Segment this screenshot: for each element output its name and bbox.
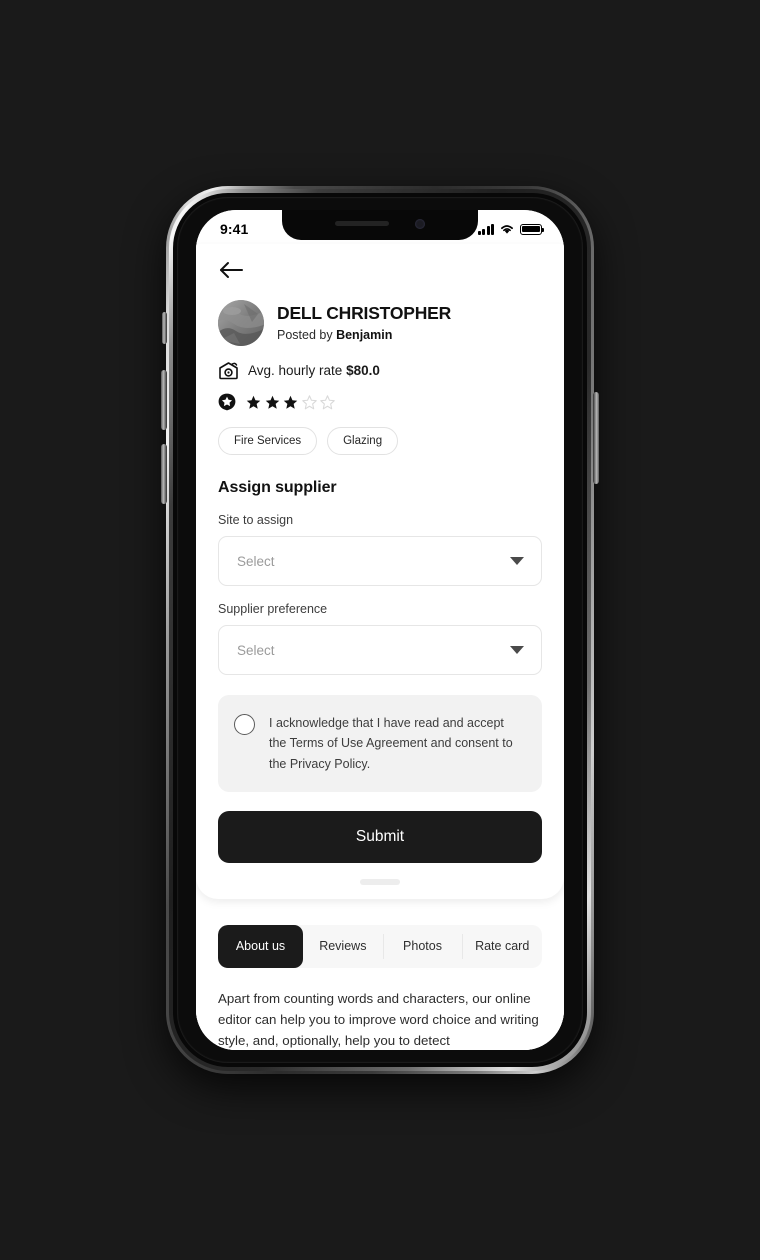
tab-about-us[interactable]: About us xyxy=(218,924,303,968)
avatar-image xyxy=(218,300,264,346)
star-empty-icon xyxy=(301,394,317,409)
device-notch xyxy=(282,210,478,240)
hourly-rate-row: Avg. hourly rate $80.0 xyxy=(196,361,564,380)
mute-switch-button[interactable] xyxy=(162,312,167,344)
tabs-section: About us Reviews Photos Rate card Apart … xyxy=(196,898,564,1050)
phone-device: 9:41 DELL CHRISTOPHER Posted by Benjamin… xyxy=(161,186,599,1074)
service-tags: Fire Services Glazing xyxy=(196,427,564,455)
nav-bar xyxy=(196,244,564,292)
star-filled-icon xyxy=(283,395,298,409)
money-icon xyxy=(219,362,238,380)
chevron-down-icon xyxy=(510,557,524,565)
assign-supplier-form: Assign supplier Site to assign Select Su… xyxy=(196,479,564,863)
field-label: Site to assign xyxy=(218,513,294,527)
star-filled-icon xyxy=(246,395,261,409)
battery-icon xyxy=(520,223,544,235)
star-badge-icon xyxy=(218,393,236,411)
consent-text: I acknowledge that I have read and accep… xyxy=(269,716,513,771)
field-label: Supplier preference xyxy=(218,602,328,616)
supplier-preference-select[interactable]: Select xyxy=(218,625,542,675)
star-empty-icon xyxy=(320,394,335,409)
tag-chip[interactable]: Glazing xyxy=(327,427,399,455)
select-value: Select xyxy=(237,553,275,569)
volume-up-button[interactable] xyxy=(161,370,167,430)
select-value: Select xyxy=(237,642,275,658)
supplier-profile: DELL CHRISTOPHER Posted by Benjamin xyxy=(196,300,564,346)
status-time: 9:41 xyxy=(220,221,249,237)
profile-text-block: DELL CHRISTOPHER Posted by Benjamin xyxy=(277,303,452,342)
posted-by-prefix: Posted by xyxy=(277,327,337,342)
page-canvas: 9:41 DELL CHRISTOPHER Posted by Benjamin… xyxy=(0,0,760,1260)
cellular-signal-icon xyxy=(477,223,494,235)
phone-screen: 9:41 DELL CHRISTOPHER Posted by Benjamin… xyxy=(196,210,564,1050)
tab-bar: About us Reviews Photos Rate card xyxy=(218,924,542,968)
sheet-handle-area xyxy=(196,863,564,889)
consent-checkbox[interactable] xyxy=(234,714,255,735)
star-filled-icon xyxy=(265,395,279,409)
screen-content: DELL CHRISTOPHER Posted by Benjamin Avg. xyxy=(196,210,564,1050)
avatar[interactable] xyxy=(218,300,264,346)
form-title: Assign supplier xyxy=(218,479,337,496)
field-supplier-preference: Supplier preference Select xyxy=(218,602,542,675)
wifi-icon xyxy=(501,225,513,234)
posted-by-name: Benjamin xyxy=(336,327,393,342)
volume-down-button[interactable] xyxy=(161,444,167,504)
tab-rate-card[interactable]: Rate card xyxy=(462,925,542,968)
chevron-down-icon xyxy=(510,646,524,654)
field-site-to-assign: Site to assign Select xyxy=(218,513,542,586)
power-button[interactable] xyxy=(593,392,599,484)
back-button[interactable] xyxy=(218,258,248,282)
posted-by: Posted by Benjamin xyxy=(277,328,451,342)
tab-reviews[interactable]: Reviews xyxy=(303,925,383,968)
status-icon-group xyxy=(477,223,544,235)
hourly-rate-value: $80.0 xyxy=(346,363,380,378)
tag-chip[interactable]: Fire Services xyxy=(218,427,318,455)
tab-photos[interactable]: Photos xyxy=(382,925,463,968)
consent-box: I acknowledge that I have read and accep… xyxy=(218,695,542,792)
supplier-name: DELL CHRISTOPHER xyxy=(277,303,452,324)
about-us-body-text: Apart from counting words and characters… xyxy=(218,990,539,1048)
detail-sheet: DELL CHRISTOPHER Posted by Benjamin Avg. xyxy=(196,244,564,899)
drag-handle[interactable] xyxy=(360,878,400,885)
hourly-rate-text: Avg. hourly rate $80.0 xyxy=(248,363,380,378)
earpiece-speaker-icon xyxy=(335,221,389,226)
hourly-rate-label: Avg. hourly rate xyxy=(248,363,347,378)
front-camera-icon xyxy=(415,218,425,229)
submit-button[interactable]: Submit xyxy=(218,810,542,863)
rating-row xyxy=(196,393,564,411)
arrow-left-icon xyxy=(220,262,243,278)
star-rating[interactable] xyxy=(246,394,335,410)
site-to-assign-select[interactable]: Select xyxy=(218,536,542,586)
